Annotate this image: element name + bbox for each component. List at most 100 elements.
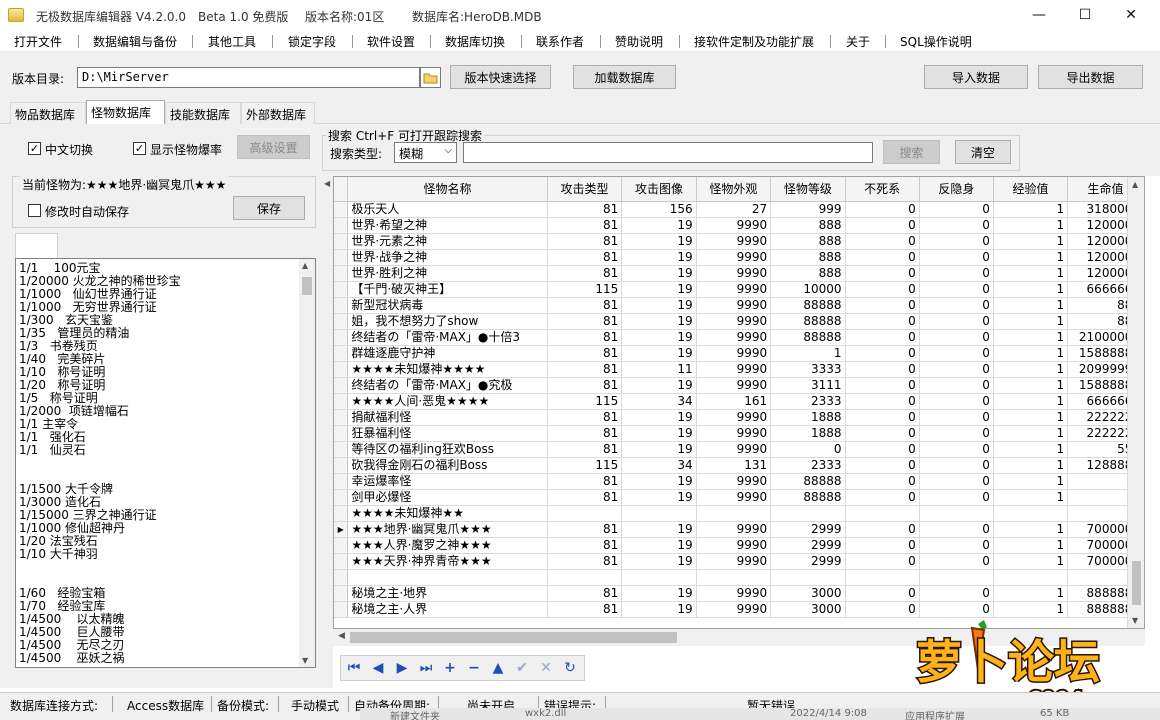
table-cell[interactable]: 0 (919, 329, 994, 346)
column-header[interactable]: 攻击图像 (621, 177, 697, 202)
table-cell[interactable]: 9990 (696, 601, 772, 618)
drop-list-tab[interactable] (15, 233, 58, 259)
column-header[interactable]: 反隐身 (919, 177, 994, 202)
row-indicator[interactable] (334, 281, 349, 298)
chinese-switch-checkbox[interactable]: ✓ (28, 142, 41, 155)
table-cell[interactable]: 81 (547, 425, 623, 442)
table-cell[interactable]: 0 (845, 201, 920, 218)
menu-contact-author[interactable]: 联系作者 (536, 33, 584, 50)
table-cell[interactable]: 11 (621, 361, 697, 378)
monster-name-cell[interactable]: 【千門·破灭神王】 (347, 281, 548, 298)
table-cell[interactable] (919, 505, 994, 522)
table-cell[interactable]: 0 (845, 585, 920, 602)
table-cell[interactable]: 888 (770, 249, 846, 266)
monster-name-cell[interactable]: ★★★★人间·恶鬼★★★★ (347, 393, 548, 410)
table-cell[interactable]: 9990 (696, 329, 772, 346)
table-cell[interactable]: 115 (547, 457, 623, 474)
tab-items-db[interactable]: 物品数据库 (10, 102, 86, 124)
table-cell[interactable]: 1 (993, 329, 1069, 346)
table-cell[interactable]: 9990 (696, 297, 772, 314)
monster-name-cell[interactable]: 等待区の福利ing狂欢Boss (347, 441, 548, 458)
table-cell[interactable]: 0 (919, 361, 994, 378)
table-cell[interactable]: 1 (993, 393, 1069, 410)
table-cell[interactable]: 19 (621, 233, 697, 250)
table-cell[interactable]: 0 (770, 441, 846, 458)
table-row[interactable]: 秘境之主·地界 81 19 9990 3000 0 0 1 8888888 (334, 585, 1144, 602)
menu-db-switch[interactable]: 数据库切换 (445, 33, 505, 50)
table-cell[interactable]: 1 (993, 409, 1069, 426)
add-record-icon[interactable]: + (441, 659, 459, 677)
table-cell[interactable]: 0 (919, 265, 994, 282)
table-cell[interactable]: 156 (621, 201, 697, 218)
monster-name-cell[interactable]: ★★★人界·魔罗之神★★★ (347, 537, 548, 554)
table-cell[interactable]: 88888 (770, 489, 846, 506)
menu-data-edit-backup[interactable]: 数据编辑与备份 (93, 33, 177, 50)
table-cell[interactable]: 19 (621, 409, 697, 426)
menu-custom-dev[interactable]: 接软件定制及功能扩展 (694, 33, 814, 50)
table-cell[interactable]: 19 (621, 249, 697, 266)
table-cell[interactable]: 999 (770, 201, 846, 218)
prev-record-icon[interactable]: ◀ (369, 659, 387, 677)
table-row[interactable]: ★★★天界·神界青帝★★★ 81 19 9990 2999 0 0 1 7000000 (334, 553, 1144, 570)
quick-select-button[interactable]: 版本快速选择 (450, 65, 551, 89)
menu-sponsor[interactable]: 赞助说明 (615, 33, 663, 50)
table-row[interactable]: 幸运爆率怪81199990888880019 (334, 473, 1144, 490)
drop-list-item[interactable]: 1/10 大千神羽 (19, 548, 98, 561)
row-indicator[interactable] (334, 313, 349, 330)
table-cell[interactable]: 1 (993, 441, 1069, 458)
monster-name-cell[interactable]: 秘境之主·地界 (347, 585, 548, 602)
load-db-button[interactable]: 加载数据库 (573, 65, 676, 89)
menu-open-file[interactable]: 打开文件 (14, 33, 62, 50)
table-cell[interactable]: 0 (845, 377, 920, 394)
table-cell[interactable] (696, 505, 772, 522)
table-cell[interactable]: 1 (993, 281, 1069, 298)
table-row[interactable]: 极乐天人 81 156 27 999 0 0 1 3180000 (334, 201, 1144, 218)
table-cell[interactable]: 0 (845, 409, 920, 426)
table-cell[interactable]: 161 (696, 393, 772, 410)
table-cell[interactable] (770, 505, 846, 522)
monster-name-cell[interactable]: 世界·胜利之神 (347, 265, 548, 282)
table-row[interactable]: 【千門·破灭神王】 115 19 9990 10000 0 0 1 6666666 (334, 281, 1144, 298)
search-input[interactable] (463, 142, 873, 163)
table-cell[interactable]: 81 (547, 297, 623, 314)
table-cell[interactable]: 1 (993, 489, 1069, 506)
tab-monsters-db[interactable]: 怪物数据库 (86, 100, 165, 125)
table-cell[interactable]: 2999 (770, 521, 846, 538)
table-cell[interactable]: 0 (845, 489, 920, 506)
table-cell[interactable]: 19 (621, 585, 697, 602)
table-cell[interactable]: 81 (547, 409, 623, 426)
version-dir-input[interactable]: D:\MirServer (77, 67, 420, 88)
monster-name-cell[interactable]: 世界·战争之神 (347, 249, 548, 266)
table-cell[interactable]: 0 (919, 473, 994, 490)
table-cell[interactable]: 88888 (770, 297, 846, 314)
table-row[interactable]: ★★★人界·魔罗之神★★★ 81 19 9990 2999 0 0 1 7000000 (334, 537, 1144, 554)
row-indicator[interactable] (334, 489, 349, 506)
table-cell[interactable]: 1 (993, 233, 1069, 250)
table-cell[interactable]: 0 (919, 521, 994, 538)
row-indicator[interactable] (334, 425, 349, 442)
table-cell[interactable]: 9990 (696, 281, 772, 298)
table-row[interactable]: 捐献福利怪 81 19 9990 1888 0 0 1 2222222 (334, 409, 1144, 426)
monster-name-cell[interactable]: ★★★天界·神界青帝★★★ (347, 553, 548, 570)
table-cell[interactable]: 19 (621, 377, 697, 394)
table-cell[interactable]: 81 (547, 201, 623, 218)
table-cell[interactable]: 2999 (770, 537, 846, 554)
monster-grid[interactable]: 怪物名称 攻击类型 攻击图像 怪物外观 怪物等级 不死系 反隐身 经验值 生命值 极乐天人 81 1… (333, 176, 1145, 629)
collapse-icon[interactable]: ◀ (324, 179, 330, 188)
table-cell[interactable]: 1888 (770, 409, 846, 426)
table-cell[interactable]: 9990 (696, 425, 772, 442)
table-row[interactable]: 终结者の「雷帝·MAX」●究极 81 19 9990 3111 0 0 1 15888888 (334, 377, 1144, 394)
table-cell[interactable]: 1 (993, 217, 1069, 234)
scroll-thumb[interactable] (1132, 561, 1141, 605)
table-cell[interactable]: 0 (919, 457, 994, 474)
table-cell[interactable] (993, 569, 1069, 586)
table-cell[interactable]: 0 (845, 601, 920, 618)
table-cell[interactable]: 81 (547, 473, 623, 490)
table-cell[interactable]: 81 (547, 489, 623, 506)
monster-name-cell[interactable]: 幸运爆率怪 (347, 473, 548, 490)
monster-name-cell[interactable]: 姐，我不想努力了show (347, 313, 548, 330)
tab-external-db[interactable]: 外部数据库 (241, 102, 315, 124)
autosave-checkbox[interactable] (28, 204, 41, 217)
scroll-up-icon[interactable]: ▲ (302, 261, 308, 270)
search-type-select[interactable]: 模糊 ⌵ (394, 142, 457, 163)
